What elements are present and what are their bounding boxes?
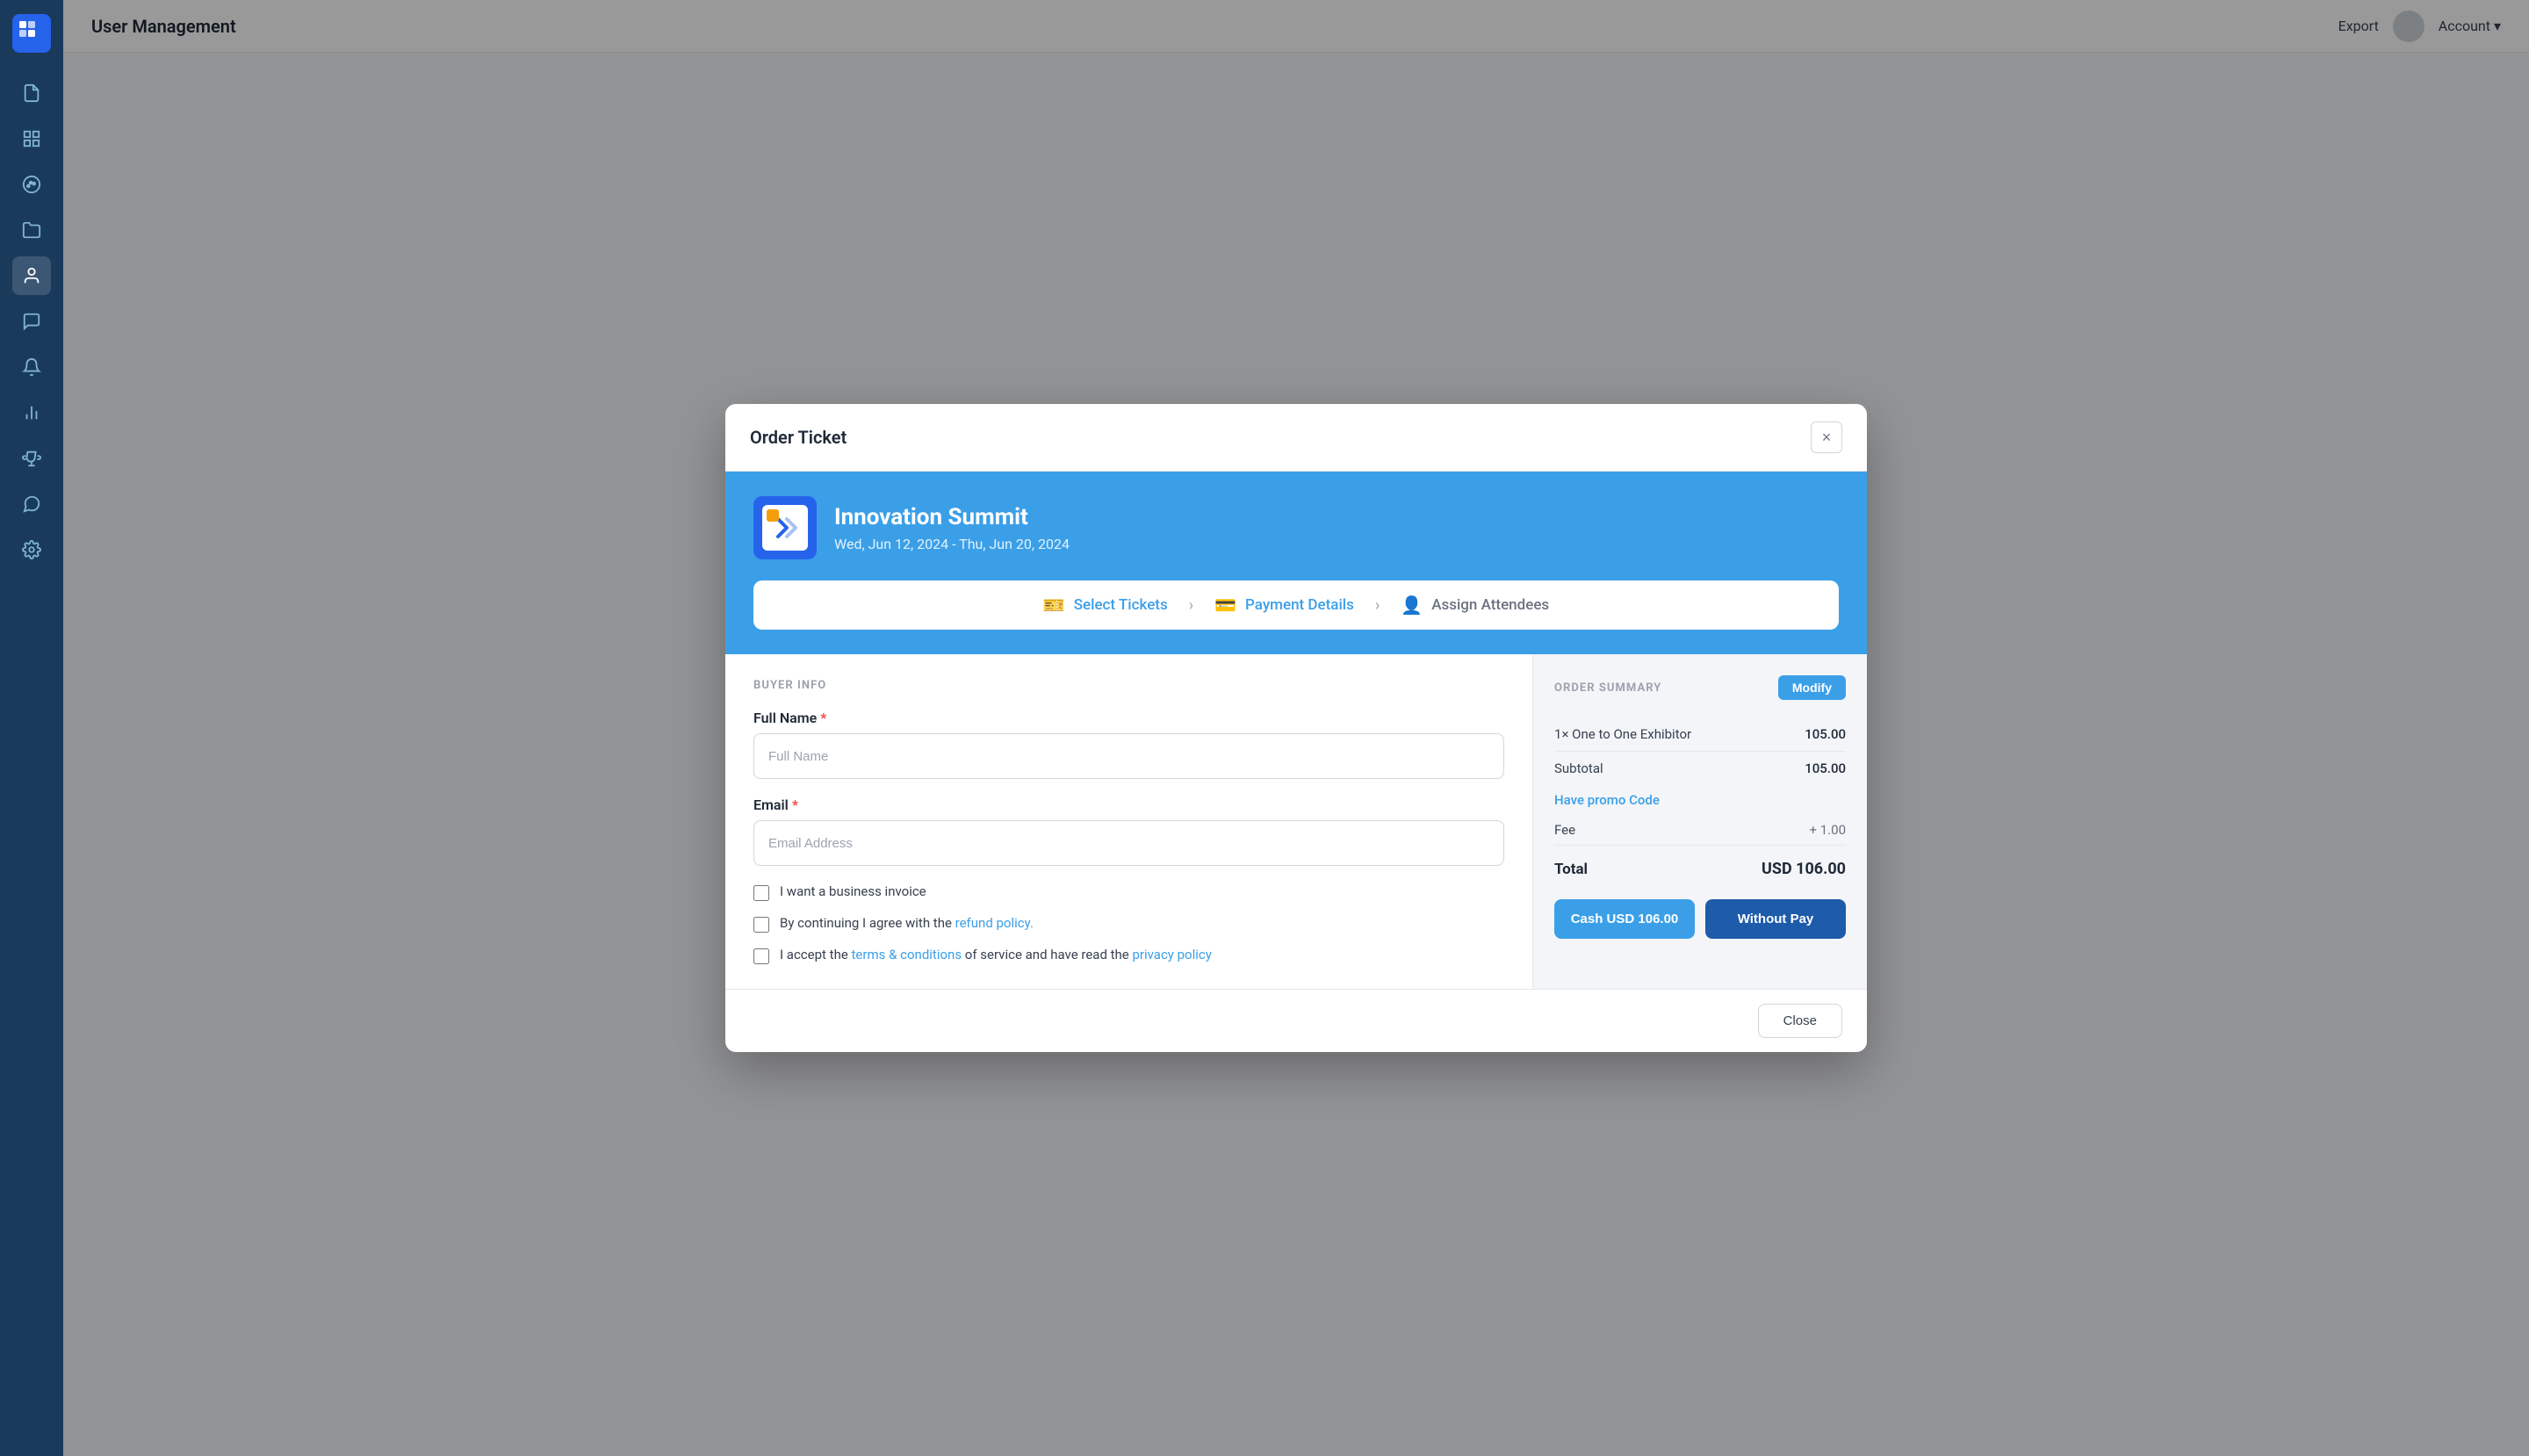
sidebar-item-grid[interactable]: [12, 119, 51, 158]
refund-policy-checkbox[interactable]: [753, 917, 769, 933]
step-separator-2: ›: [1375, 596, 1380, 615]
fee-line: Fee + 1.00: [1554, 815, 1846, 846]
email-input[interactable]: [753, 820, 1504, 866]
modify-button[interactable]: Modify: [1778, 675, 1846, 700]
sidebar-logo[interactable]: [12, 14, 51, 53]
business-invoice-checkbox-item[interactable]: I want a business invoice: [753, 883, 1504, 901]
subtotal-amount: 105.00: [1805, 760, 1846, 776]
business-invoice-label: I want a business invoice: [780, 883, 926, 899]
refund-policy-checkbox-item[interactable]: By continuing I agree with the refund po…: [753, 915, 1504, 933]
modal-close-button[interactable]: ×: [1811, 422, 1842, 453]
sidebar-item-palette[interactable]: [12, 165, 51, 204]
cash-payment-button[interactable]: Cash USD 106.00: [1554, 899, 1695, 939]
modal-header: Order Ticket ×: [725, 404, 1867, 472]
step-payment-label: Payment Details: [1245, 596, 1354, 614]
subtotal-label: Subtotal: [1554, 760, 1603, 776]
email-label: Email *: [753, 796, 1504, 813]
total-amount: USD 106.00: [1762, 860, 1846, 878]
buyer-info-section: BUYER INFO Full Name * Email *: [725, 654, 1533, 989]
subtotal-line: Subtotal 105.00: [1554, 751, 1846, 785]
order-summary-title: ORDER SUMMARY: [1554, 681, 1661, 695]
step-payment-details[interactable]: 💳 Payment Details: [1214, 595, 1354, 616]
sidebar-item-chart[interactable]: [12, 393, 51, 432]
sidebar-item-chat[interactable]: [12, 302, 51, 341]
modal-overlay: Order Ticket ×: [63, 0, 2529, 1456]
terms-label: I accept the terms & conditions of servi…: [780, 947, 1212, 962]
event-logo: [753, 496, 817, 559]
total-label: Total: [1554, 861, 1588, 878]
refund-policy-label: By continuing I agree with the refund po…: [780, 915, 1034, 931]
modal-footer: Close: [725, 989, 1867, 1052]
sidebar-item-message[interactable]: [12, 485, 51, 523]
sidebar-item-user[interactable]: [12, 256, 51, 295]
payment-buttons: Cash USD 106.00 Without Pay: [1554, 899, 1846, 939]
modal-body: BUYER INFO Full Name * Email *: [725, 654, 1867, 989]
step-assign-label: Assign Attendees: [1431, 596, 1549, 614]
buyer-section-label: BUYER INFO: [753, 679, 1504, 692]
refund-policy-link[interactable]: refund policy.: [955, 915, 1034, 931]
sidebar-item-folder[interactable]: [12, 211, 51, 249]
privacy-link[interactable]: privacy policy: [1132, 947, 1211, 962]
sidebar-item-file[interactable]: [12, 74, 51, 112]
order-summary-section: ORDER SUMMARY Modify 1× One to One Exhib…: [1533, 654, 1867, 989]
sidebar-item-trophy[interactable]: [12, 439, 51, 478]
fee-label: Fee: [1554, 822, 1575, 838]
business-invoice-checkbox[interactable]: [753, 885, 769, 901]
terms-checkbox-item[interactable]: I accept the terms & conditions of servi…: [753, 947, 1504, 964]
event-name: Innovation Summit: [834, 504, 1070, 530]
step-assign-attendees[interactable]: 👤 Assign Attendees: [1401, 595, 1549, 616]
email-required: *: [792, 796, 798, 813]
event-dates: Wed, Jun 12, 2024 - Thu, Jun 20, 2024: [834, 536, 1070, 552]
person-icon: 👤: [1401, 595, 1423, 616]
full-name-required: *: [820, 710, 826, 726]
full-name-label: Full Name *: [753, 710, 1504, 726]
line-item-amount: 105.00: [1805, 726, 1846, 742]
event-banner: Innovation Summit Wed, Jun 12, 2024 - Th…: [725, 472, 1867, 654]
terms-checkbox[interactable]: [753, 948, 769, 964]
main-content: User Management Export Account ▾ Order T…: [63, 0, 2529, 1456]
order-summary-header: ORDER SUMMARY Modify: [1554, 675, 1846, 700]
line-item-description: 1× One to One Exhibitor: [1554, 726, 1691, 742]
modal-title: Order Ticket: [750, 427, 847, 448]
event-logo-dot: [767, 509, 779, 522]
sidebar: [0, 0, 63, 1456]
step-select-tickets-label: Select Tickets: [1074, 596, 1168, 614]
terms-link[interactable]: terms & conditions: [852, 947, 962, 962]
event-text: Innovation Summit Wed, Jun 12, 2024 - Th…: [834, 504, 1070, 552]
event-info: Innovation Summit Wed, Jun 12, 2024 - Th…: [753, 496, 1839, 559]
without-pay-button[interactable]: Without Pay: [1705, 899, 1846, 939]
steps-bar: 🎫 Select Tickets › 💳 Payment Details › 👤…: [753, 580, 1839, 630]
ticket-icon: 🎫: [1043, 595, 1065, 616]
sidebar-item-bell[interactable]: [12, 348, 51, 386]
total-line: Total USD 106.00: [1554, 846, 1846, 892]
checkbox-group: I want a business invoice By continuing …: [753, 883, 1504, 964]
event-logo-inner: [762, 505, 808, 551]
sidebar-item-settings[interactable]: [12, 530, 51, 569]
footer-close-button[interactable]: Close: [1758, 1004, 1842, 1038]
promo-code-link[interactable]: Have promo Code: [1554, 785, 1846, 815]
order-line-item: 1× One to One Exhibitor 105.00: [1554, 717, 1846, 751]
step-separator-1: ›: [1189, 596, 1193, 615]
order-ticket-modal: Order Ticket ×: [725, 404, 1867, 1052]
email-group: Email *: [753, 796, 1504, 866]
full-name-group: Full Name *: [753, 710, 1504, 779]
full-name-input[interactable]: [753, 733, 1504, 779]
card-icon: 💳: [1214, 595, 1236, 616]
fee-amount: + 1.00: [1810, 822, 1846, 838]
step-select-tickets[interactable]: 🎫 Select Tickets: [1043, 595, 1168, 616]
